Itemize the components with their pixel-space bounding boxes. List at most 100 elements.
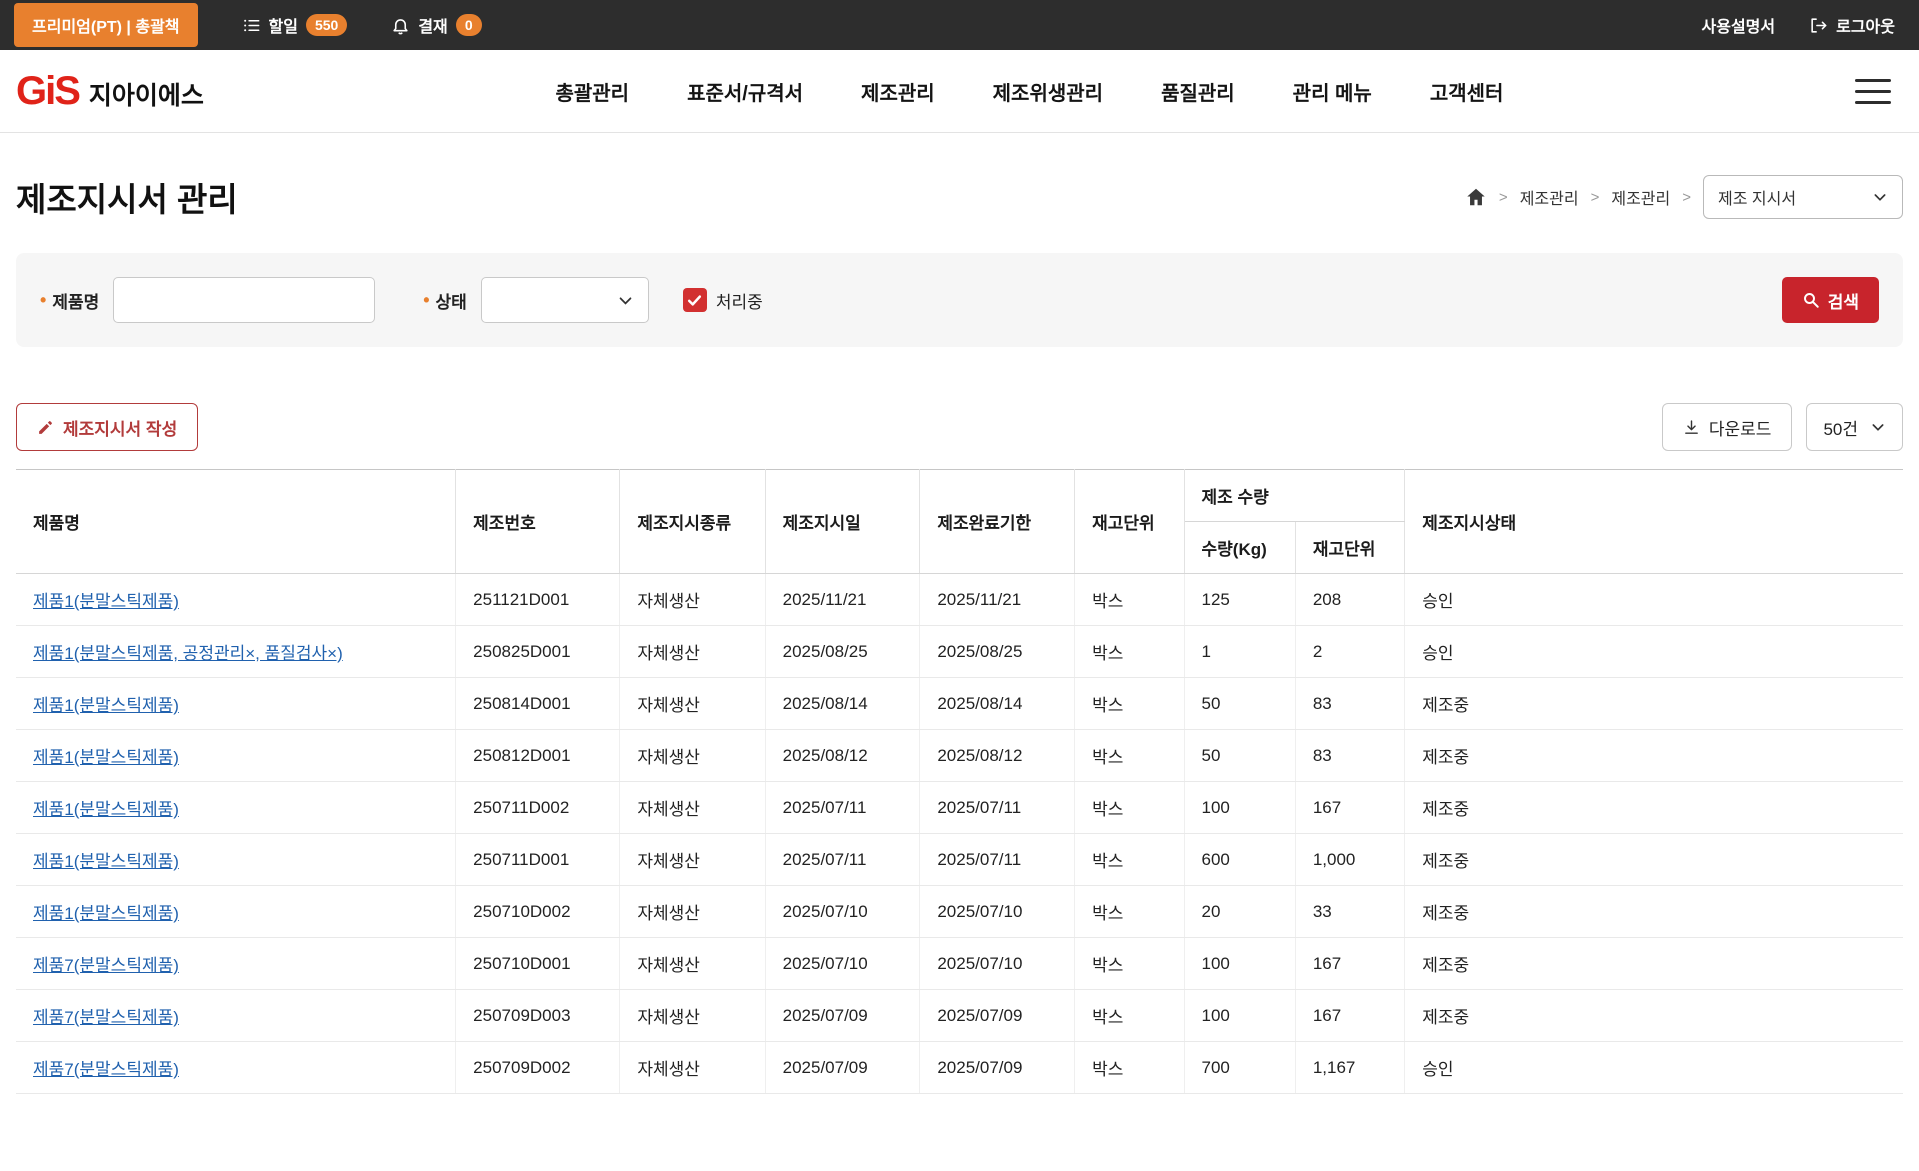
cell-stock-unit: 박스 [1074, 677, 1185, 730]
nav-item-quality[interactable]: 품질관리 [1161, 77, 1235, 106]
create-order-button[interactable]: 제조지시서 작성 [16, 403, 199, 451]
cell-order-date: 2025/11/21 [765, 573, 921, 626]
cell-status: 제조중 [1404, 885, 1903, 938]
product-link[interactable]: 제품7(분말스틱제품) [33, 1008, 179, 1027]
status-select[interactable] [480, 277, 649, 323]
cell-order-type: 자체생산 [619, 573, 766, 626]
cell-stock-unit: 박스 [1074, 937, 1185, 990]
main-nav: 총괄관리 표준서/규격서 제조관리 제조위생관리 품질관리 관리 메뉴 고객센터 [555, 77, 1503, 106]
cell-status: 제조중 [1404, 677, 1903, 730]
approval-menu[interactable]: 결재 0 [391, 13, 482, 37]
cell-order-date: 2025/08/25 [765, 625, 921, 678]
logo[interactable]: GiS 지아이에스 [16, 71, 204, 112]
cell-qty-kg: 50 [1184, 729, 1296, 782]
cell-qty-unit: 2 [1295, 625, 1406, 678]
todo-label: 할일 [268, 19, 298, 36]
product-link[interactable]: 제품1(분말스틱제품) [33, 592, 179, 611]
breadcrumb-separator: > [1498, 188, 1508, 206]
breadcrumb: > 제조관리 > 제조관리 > 제조 지시서 [1465, 175, 1903, 219]
product-name-label: • 제품명 [40, 290, 100, 312]
nav-item-admin[interactable]: 관리 메뉴 [1293, 77, 1372, 106]
cell-order-type: 자체생산 [619, 885, 766, 938]
product-name-input[interactable] [113, 277, 376, 323]
cell-order-no: 250709D002 [455, 1041, 621, 1094]
logout-link[interactable]: 로그아웃 [1809, 13, 1895, 37]
cell-qty-unit: 83 [1295, 729, 1406, 782]
cell-stock-unit: 박스 [1074, 729, 1185, 782]
status-label: • 상태 [423, 290, 467, 312]
cell-product: 제품1(분말스틱제품) [16, 677, 457, 730]
product-link[interactable]: 제품7(분말스틱제품) [33, 1060, 179, 1079]
home-icon[interactable] [1465, 186, 1487, 208]
processing-checkbox[interactable] [682, 288, 707, 312]
cell-stock-unit: 박스 [1074, 625, 1185, 678]
cell-product: 제품1(분말스틱제품) [16, 885, 457, 938]
cell-order-no: 250711D002 [455, 781, 621, 834]
col-header-qty-group: 제조 수량 [1184, 469, 1406, 522]
logo-name: 지아이에스 [88, 81, 204, 110]
nav-item-manufacturing[interactable]: 제조관리 [861, 77, 935, 106]
cell-qty-kg: 100 [1184, 781, 1296, 834]
hamburger-menu-icon[interactable] [1855, 78, 1891, 104]
cell-qty-kg: 700 [1184, 1041, 1296, 1094]
product-link[interactable]: 제품1(분말스틱제품) [33, 904, 179, 923]
processing-checkbox-wrap[interactable]: 처리중 [682, 288, 763, 313]
cell-order-type: 자체생산 [619, 729, 766, 782]
cell-order-no: 251121D001 [455, 573, 621, 626]
search-button[interactable]: 검색 [1781, 277, 1879, 323]
cell-due-date: 2025/08/12 [919, 729, 1076, 782]
nav-item-standards[interactable]: 표준서/규격서 [687, 77, 803, 106]
cell-status: 제조중 [1404, 781, 1903, 834]
cell-order-no: 250710D002 [455, 885, 621, 938]
cell-order-no: 250709D003 [455, 989, 621, 1042]
premium-badge[interactable]: 프리미엄(PT) | 총괄책 [14, 3, 198, 47]
col-header-order-type: 제조지시종류 [619, 469, 766, 574]
table-row: 제품7(분말스틱제품) 250709D003 자체생산 2025/07/09 2025/… [16, 989, 1903, 1042]
nav-item-support[interactable]: 고객센터 [1430, 77, 1504, 106]
product-link[interactable]: 제품1(분말스틱제품) [33, 748, 179, 767]
table-row: 제품1(분말스틱제품) 250814D001 자체생산 2025/08/14 2025/… [16, 677, 1903, 730]
cell-due-date: 2025/08/14 [919, 677, 1076, 730]
todo-count-badge: 550 [305, 14, 348, 36]
header: GiS 지아이에스 총괄관리 표준서/규격서 제조관리 제조위생관리 품질관리 … [0, 50, 1919, 133]
cell-product: 제품1(분말스틱제품) [16, 573, 457, 626]
product-link[interactable]: 제품1(분말스틱제품) [33, 800, 179, 819]
col-header-order-no: 제조번호 [455, 469, 621, 574]
todo-menu[interactable]: 할일 550 [242, 13, 348, 37]
col-header-stock-unit: 재고단위 [1074, 469, 1185, 574]
cell-status: 제조중 [1404, 729, 1903, 782]
download-button[interactable]: 다운로드 [1661, 403, 1793, 451]
breadcrumb-page-select[interactable]: 제조 지시서 [1703, 175, 1903, 219]
cell-product: 제품1(분말스틱제품, 공정관리×, 품질검사×) [16, 625, 457, 678]
breadcrumb-item-2[interactable]: 제조관리 [1611, 185, 1670, 209]
product-link[interactable]: 제품1(분말스틱제품) [33, 696, 179, 715]
main-content: 제조지시서 관리 > 제조관리 > 제조관리 > 제조 지시서 • 제품명 • … [0, 173, 1919, 1094]
cell-order-date: 2025/07/09 [765, 1041, 921, 1094]
cell-product: 제품7(분말스틱제품) [16, 989, 457, 1042]
cell-qty-unit: 167 [1295, 781, 1406, 834]
table-row: 제품1(분말스틱제품) 250711D002 자체생산 2025/07/11 2025/… [16, 781, 1903, 834]
product-link[interactable]: 제품7(분말스틱제품) [33, 956, 179, 975]
nav-item-hygiene[interactable]: 제조위생관리 [993, 77, 1103, 106]
logo-mark: GiS [16, 68, 81, 113]
approval-label: 결재 [418, 19, 448, 36]
table-row: 제품1(분말스틱제품) 250812D001 자체생산 2025/08/12 2025/… [16, 729, 1903, 782]
cell-status: 제조중 [1404, 937, 1903, 990]
product-link[interactable]: 제품1(분말스틱제품, 공정관리×, 품질검사×) [33, 644, 343, 663]
manual-link[interactable]: 사용설명서 [1702, 13, 1776, 37]
cell-qty-unit: 1,167 [1295, 1041, 1406, 1094]
nav-item-general[interactable]: 총괄관리 [555, 77, 629, 106]
cell-order-no: 250710D001 [455, 937, 621, 990]
col-header-qty-kg: 수량(Kg) [1184, 521, 1296, 574]
page-size-select[interactable]: 50건 [1806, 403, 1903, 451]
cell-order-type: 자체생산 [619, 625, 766, 678]
col-header-order-date: 제조지시일 [765, 469, 921, 574]
cell-order-no: 250711D001 [455, 833, 621, 886]
cell-product: 제품1(분말스틱제품) [16, 729, 457, 782]
breadcrumb-item-1[interactable]: 제조관리 [1520, 185, 1579, 209]
cell-status: 승인 [1404, 625, 1903, 678]
cell-qty-kg: 600 [1184, 833, 1296, 886]
cell-order-date: 2025/07/11 [765, 833, 921, 886]
cell-stock-unit: 박스 [1074, 885, 1185, 938]
product-link[interactable]: 제품1(분말스틱제품) [33, 852, 179, 871]
